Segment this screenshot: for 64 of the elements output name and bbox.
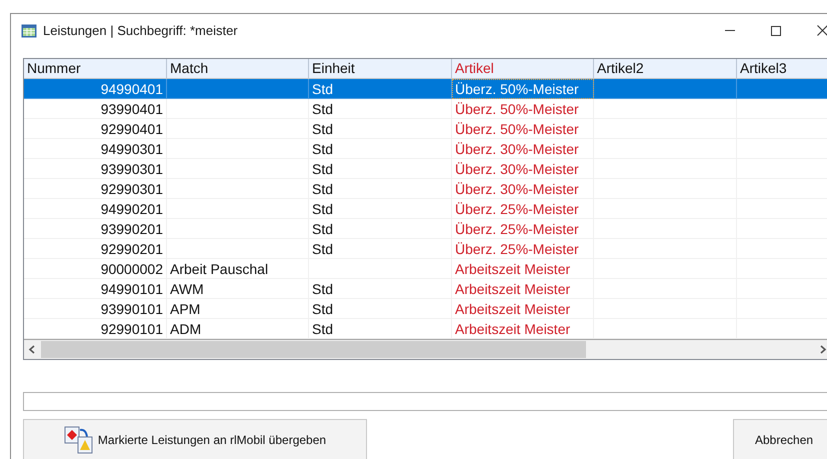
column-header[interactable]: Nummer bbox=[24, 59, 167, 78]
table-cell-text: Überz. 30%-Meister bbox=[454, 180, 580, 199]
column-header[interactable]: Match bbox=[167, 59, 309, 78]
table-cell-text: 94990301 bbox=[100, 140, 164, 159]
table-cell-text: 93990101 bbox=[100, 300, 164, 319]
table-row[interactable]: 93990401 Std Überz. 50%-Meister bbox=[24, 99, 827, 119]
table-cell-text: Überz. 25%-Meister bbox=[454, 240, 580, 259]
table-cell-text: 93990301 bbox=[100, 160, 164, 179]
column-header[interactable]: Artikel2 bbox=[594, 59, 737, 78]
table-cell-text: Std bbox=[311, 220, 334, 239]
table-cell-text: Überz. 25%-Meister bbox=[454, 200, 580, 219]
table-cell-text: AWM bbox=[169, 280, 205, 299]
table-row[interactable]: 94990201 Std Überz. 25%-Meister bbox=[24, 199, 827, 219]
window-title: Leistungen | Suchbegriff: *meister bbox=[43, 22, 238, 40]
table-cell-text: Std bbox=[311, 100, 334, 119]
table-row[interactable]: 92990301 Std Überz. 30%-Meister bbox=[24, 179, 827, 199]
table-row[interactable]: 92990101 ADM Std Arbeitszeit Meister bbox=[24, 319, 827, 339]
table-cell-text: 93990401 bbox=[100, 100, 164, 119]
table-cell-text: 92990101 bbox=[100, 320, 164, 339]
table-row[interactable]: 92990201 Std Überz. 25%-Meister bbox=[24, 239, 827, 259]
table-cell-text: 93990201 bbox=[100, 220, 164, 239]
transfer-button[interactable]: Markierte Leistungen an rlMobil übergeben bbox=[23, 419, 367, 459]
table-row[interactable]: 93990301 Std Überz. 30%-Meister bbox=[24, 159, 827, 179]
table-row[interactable]: 90000002 Arbeit Pauschal Arbeitszeit Meister bbox=[24, 259, 827, 279]
table-cell-text: Arbeit Pauschal bbox=[169, 260, 270, 279]
table-cell-text: Std bbox=[311, 240, 334, 259]
table-cell-text: 90000002 bbox=[100, 260, 164, 279]
table-cell-text: Std bbox=[311, 120, 334, 139]
table-cell-text: 94990401 bbox=[100, 80, 164, 99]
column-header[interactable]: Einheit bbox=[309, 59, 452, 78]
table-row[interactable]: 94990401 Std Überz. 50%-Meister bbox=[24, 79, 827, 99]
table-cell-text: Arbeitszeit Meister bbox=[454, 320, 572, 339]
table-cell-text: Std bbox=[311, 320, 334, 339]
column-header[interactable]: Artikel bbox=[452, 59, 594, 78]
table-cell-text: Arbeitszeit Meister bbox=[454, 260, 572, 279]
table-cell-text: Überz. 25%-Meister bbox=[454, 220, 580, 239]
table-cell-text: Überz. 30%-Meister bbox=[454, 140, 580, 159]
table-cell-text: Std bbox=[311, 280, 334, 299]
table-row[interactable]: 94990101 AWM Std Arbeitszeit Meister bbox=[24, 279, 827, 299]
table-row[interactable]: 92990401 Std Überz. 50%-Meister bbox=[24, 119, 827, 139]
table-cell-text: 92990201 bbox=[100, 240, 164, 259]
table-cell-text: Überz. 50%-Meister bbox=[454, 80, 580, 99]
table-row[interactable]: 94990301 Std Überz. 30%-Meister bbox=[24, 139, 827, 159]
table-cell-text: ADM bbox=[169, 320, 202, 339]
table-cell-text: Std bbox=[311, 200, 334, 219]
table-cell-text: Std bbox=[311, 180, 334, 199]
table-row[interactable]: 93990101 APM Std Arbeitszeit Meister bbox=[24, 299, 827, 319]
column-header[interactable]: Artikel3 bbox=[737, 59, 827, 78]
table-cell-text: Arbeitszeit Meister bbox=[454, 300, 572, 319]
table-cell-text: APM bbox=[169, 300, 202, 319]
cancel-button[interactable]: Abbrechen bbox=[733, 419, 827, 459]
table-cell-text: 94990201 bbox=[100, 200, 164, 219]
table-cell-text: Std bbox=[311, 160, 334, 179]
table-cell-text: 94990101 bbox=[100, 280, 164, 299]
table-cell-text: Arbeitszeit Meister bbox=[454, 280, 572, 299]
table-cell-text: 92990401 bbox=[100, 120, 164, 139]
table-cell-text: Überz. 50%-Meister bbox=[454, 120, 580, 139]
table-cell-text: Std bbox=[311, 80, 334, 99]
table-cell-text: 92990301 bbox=[100, 180, 164, 199]
table-row[interactable]: 93990201 Std Überz. 25%-Meister bbox=[24, 219, 827, 239]
table-cell-text: Überz. 30%-Meister bbox=[454, 160, 580, 179]
table-cell-text: Std bbox=[311, 300, 334, 319]
table-cell-text: Überz. 50%-Meister bbox=[454, 100, 580, 119]
table-cell-text: Std bbox=[311, 140, 334, 159]
